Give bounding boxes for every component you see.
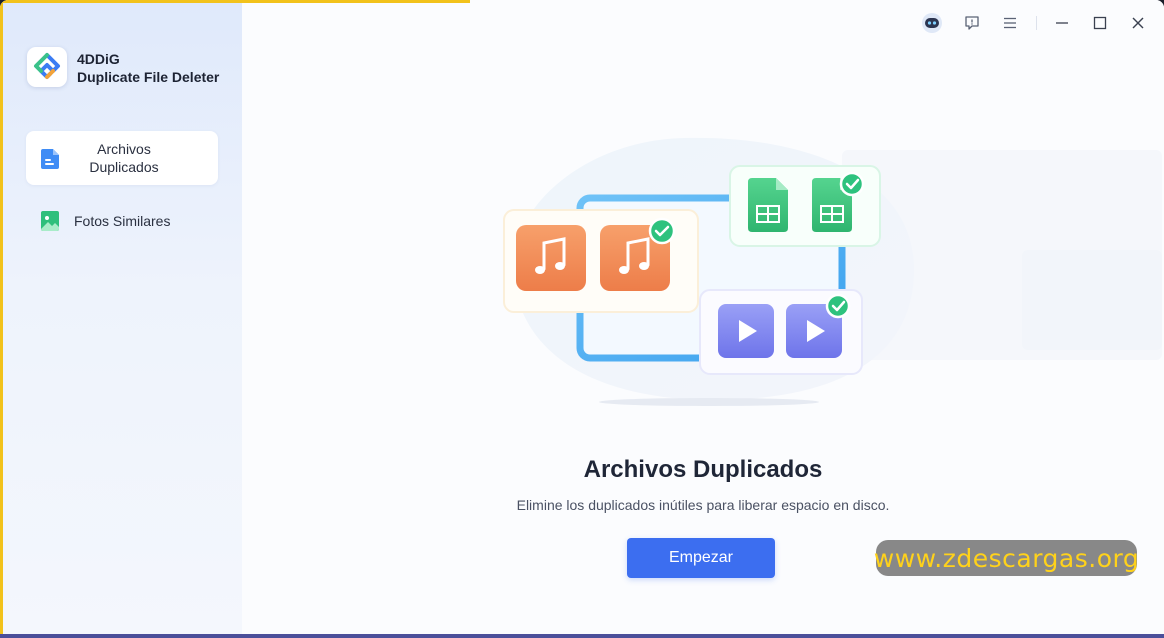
sidebar-item-fotos-similares[interactable]: Fotos Similares [26, 194, 218, 248]
menu-icon[interactable] [999, 12, 1021, 34]
app-window: 4DDiG Duplicate File Deleter Archivos Du… [0, 0, 1164, 638]
taskbar-strip [0, 634, 1164, 638]
app-brand: 4DDiG [77, 51, 120, 67]
app-title: 4DDiG Duplicate File Deleter [77, 50, 237, 86]
sidebar-item-label-line2: Duplicados [89, 159, 159, 175]
close-icon[interactable] [1127, 12, 1149, 34]
feedback-icon[interactable] [961, 12, 983, 34]
titlebar-divider [1036, 16, 1037, 30]
page-title: Archivos Duplicados [583, 456, 823, 483]
minimize-icon[interactable] [1051, 12, 1073, 34]
background-panel [1022, 250, 1162, 350]
sidebar-item-label-line1: Archivos [97, 141, 151, 157]
robot-assistant-icon[interactable] [921, 12, 943, 34]
start-button[interactable]: Empezar [627, 538, 775, 578]
sidebar-item-archivos-duplicados[interactable]: Archivos Duplicados [26, 131, 218, 185]
document-icon [40, 148, 60, 170]
watermark: www.zdescargas.org [874, 540, 1139, 576]
window-left-accent [0, 0, 3, 638]
image-icon [40, 210, 60, 232]
duplicate-files-illustration [494, 130, 924, 420]
maximize-icon[interactable] [1089, 12, 1111, 34]
app-logo-icon [27, 47, 67, 87]
page-subtitle: Elimine los duplicados inútiles para lib… [516, 497, 890, 513]
sidebar-item-label: Archivos Duplicados [74, 140, 174, 176]
window-top-accent [0, 0, 470, 3]
sidebar: 4DDiG Duplicate File Deleter Archivos Du… [0, 0, 242, 638]
app-product-name: Duplicate File Deleter [77, 69, 220, 85]
sidebar-item-label: Fotos Similares [74, 213, 171, 229]
